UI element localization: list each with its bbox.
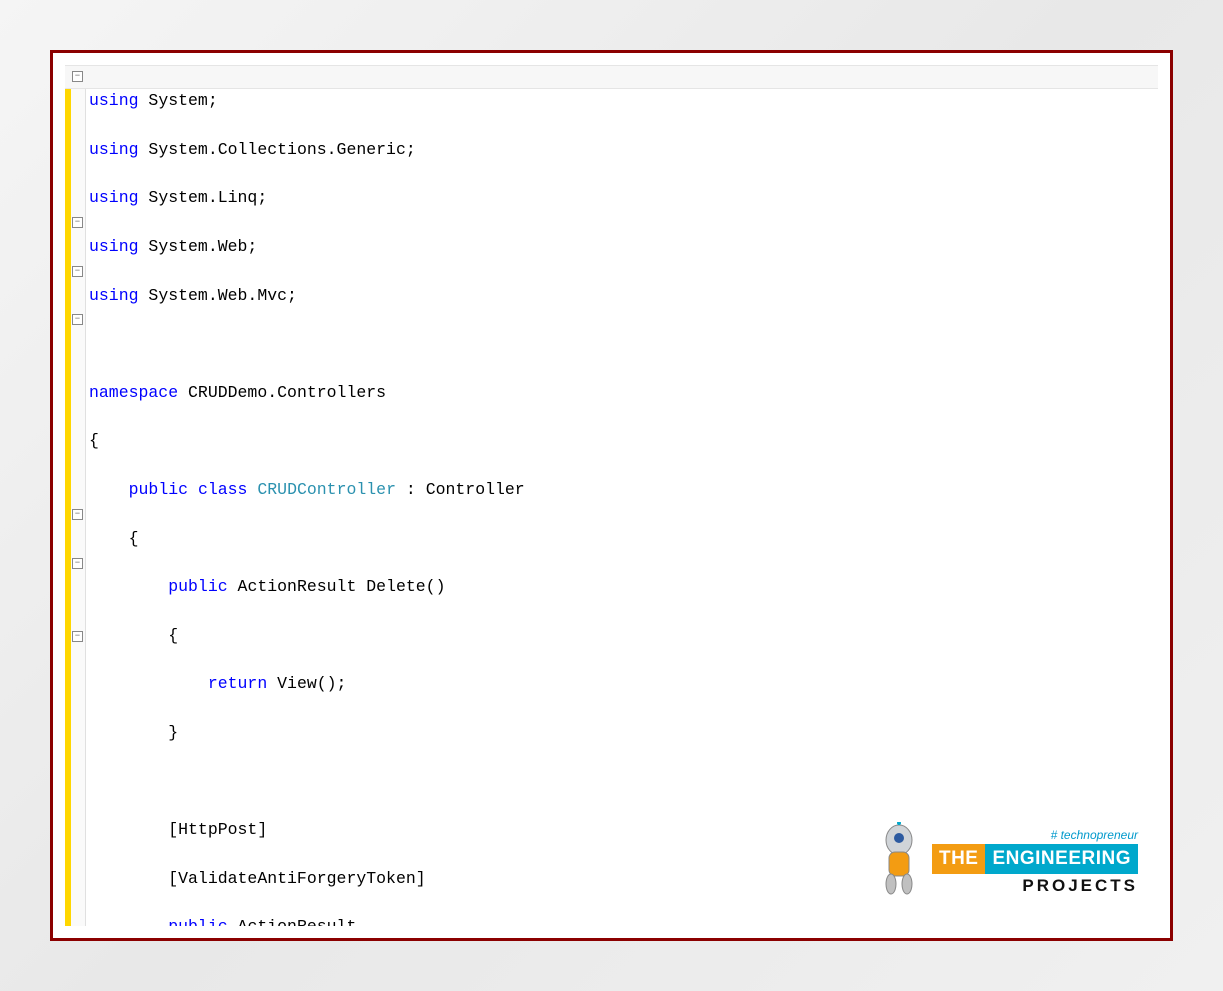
keyword: public [168,917,227,926]
keyword: using [89,91,139,110]
outline-margin [71,65,86,926]
keyword: using [89,237,139,256]
keyword: class [198,480,248,499]
code-text[interactable]: using System; using System.Collections.G… [89,65,1158,926]
code-frame: − − − − − − − using System; using System… [50,50,1173,941]
keyword: public [168,577,227,596]
fold-icon[interactable]: − [72,558,83,569]
watermark-logo: # technopreneur THE ENGINEERING PROJECTS [872,822,1138,896]
brace: { [89,529,139,548]
fold-icon[interactable]: − [72,217,83,228]
keyword: using [89,140,139,159]
code-text: View(); [267,674,346,693]
fold-icon[interactable]: − [72,631,83,642]
brace: { [89,626,178,645]
code-text: System.Collections.Generic; [139,140,416,159]
code-editor[interactable]: − − − − − − − using System; using System… [65,65,1158,926]
code-text: System.Linq; [139,188,268,207]
fold-icon[interactable]: − [72,71,83,82]
keyword: return [208,674,267,693]
keyword: public [129,480,188,499]
code-text: System.Web; [139,237,258,256]
code-text: ActionResult Delete() [228,577,446,596]
indent [89,480,129,499]
code-text: CRUDDemo.Controllers [178,383,386,402]
code-text: ActionResult [228,917,357,926]
keyword: namespace [89,383,178,402]
type-name: CRUDController [257,480,396,499]
fold-icon[interactable]: − [72,314,83,325]
keyword: using [89,286,139,305]
watermark-engineering: ENGINEERING [985,844,1138,874]
watermark-projects: PROJECTS [1022,876,1138,896]
keyword: using [89,188,139,207]
code-text: System.Web.Mvc; [139,286,297,305]
attribute: [ValidateAntiForgeryToken] [89,869,426,888]
code-text: : Controller [396,480,525,499]
fold-icon[interactable]: − [72,509,83,520]
brace: { [89,431,99,450]
watermark-the: THE [932,844,986,874]
brace: } [89,723,178,742]
code-text: System; [139,91,218,110]
fold-icon[interactable]: − [72,266,83,277]
watermark-tagline: # technopreneur [1051,828,1138,842]
attribute: [HttpPost] [89,820,267,839]
robot-icon [872,822,926,896]
